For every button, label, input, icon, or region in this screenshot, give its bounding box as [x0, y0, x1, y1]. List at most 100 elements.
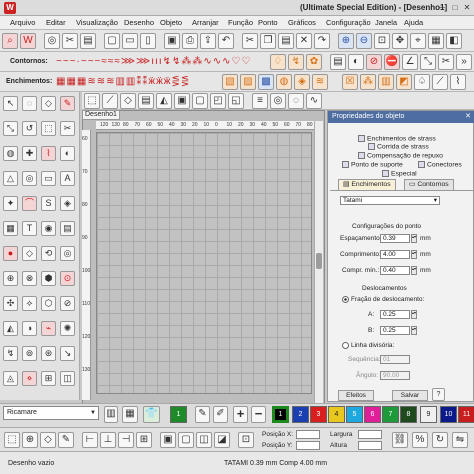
trace-icon[interactable]: ◎ — [270, 93, 286, 109]
color-swatch[interactable]: 10 — [440, 406, 457, 423]
arc-icon[interactable]: ⌒ — [22, 196, 37, 211]
asterisk-icon[interactable]: ⊛ — [41, 346, 56, 361]
save-button[interactable]: Salvar — [392, 390, 428, 401]
lock-icon[interactable]: ⊡ — [238, 432, 254, 448]
spin-icon[interactable]: ▴▾ — [411, 310, 417, 319]
spacing-input[interactable]: 0.39 — [380, 234, 410, 243]
resize-icon[interactable]: ⤡ — [3, 121, 18, 136]
paste-icon[interactable]: ▤ — [80, 33, 96, 49]
contour-stitch-styles-icon[interactable]: ~~~·~~~≈≈≈⋙⋙ııı↯↯⁂⁂∿∿∿♡♡ — [56, 56, 264, 68]
scissors-icon[interactable]: ✂ — [60, 121, 75, 136]
text-icon[interactable]: A — [60, 171, 75, 186]
x-circle-icon[interactable]: ⊗ — [22, 271, 37, 286]
scrollbar-thumb[interactable] — [316, 253, 322, 269]
design-canvas[interactable] — [96, 132, 312, 394]
fill-type-select[interactable]: Tatami ▾ — [340, 196, 440, 205]
shape-icon[interactable]: ◈ — [60, 196, 75, 211]
fill-style-icon[interactable]: ▩ — [258, 74, 274, 90]
tab-underlay[interactable]: Ponto de suporte — [342, 161, 403, 168]
sequence-input[interactable]: 01 — [380, 355, 410, 364]
fill-style-icon[interactable]: ≋ — [312, 74, 328, 90]
triangle-icon[interactable]: △ — [3, 171, 18, 186]
sequence-icon[interactable]: ▤ — [330, 54, 346, 70]
wave-icon[interactable]: ∿ — [306, 93, 322, 109]
copy-icon[interactable]: ❐ — [260, 33, 276, 49]
color-swatch[interactable]: 8 — [400, 406, 417, 423]
hoop-icon[interactable]: ◎ — [44, 33, 60, 49]
effects-button[interactable]: Efeitos — [338, 390, 374, 401]
color-icon[interactable]: ◐ — [348, 54, 364, 70]
color-swatch[interactable]: 1 — [170, 406, 187, 423]
trim-icon[interactable]: ✂ — [438, 54, 454, 70]
target-icon[interactable]: ◎ — [22, 171, 37, 186]
color-swatch-selected[interactable]: 1 — [272, 406, 289, 423]
reshape-icon[interactable]: ⟋ — [102, 93, 118, 109]
min-length-input[interactable]: 0.40 — [380, 266, 410, 275]
length-input[interactable]: 4.00 — [380, 250, 410, 259]
menu-configuracao[interactable]: Configuração — [326, 18, 371, 27]
align-center-icon[interactable]: ⊥ — [100, 432, 116, 448]
tab-enchimentos[interactable]: ▤ Enchimentos — [338, 179, 396, 190]
fill-stitch-styles-icon[interactable]: ▦▦▦≋≋≋▥▥⁑⁑ӝӝӝ⋚⋚ — [56, 76, 216, 88]
tab-strass-fill[interactable]: Enchimentos de strass — [358, 135, 436, 142]
fill-style-icon[interactable]: ▧ — [222, 74, 238, 90]
star-icon[interactable]: ✦ — [3, 196, 18, 211]
paste2-icon[interactable]: ▤ — [278, 33, 294, 49]
color-swatch[interactable]: 2 — [292, 406, 309, 423]
menu-objeto[interactable]: Objeto — [160, 18, 182, 27]
fill-style-icon[interactable]: ☒ — [342, 74, 358, 90]
fill-style-icon[interactable]: ◩ — [396, 74, 412, 90]
tool-icon[interactable]: ⌕ — [2, 33, 18, 49]
node-icon[interactable]: ◇ — [120, 93, 136, 109]
contour-icon[interactable]: ◌ — [288, 93, 304, 109]
lock-ratio-icon[interactable]: ⛓ — [392, 432, 408, 448]
contour-style-icon[interactable]: ♢ — [270, 54, 286, 70]
select-icon[interactable]: ⬚ — [84, 93, 100, 109]
measure-icon[interactable]: ⌖ — [410, 33, 426, 49]
add-color-icon[interactable]: + — [233, 406, 248, 423]
spin-icon[interactable]: ▴▾ — [411, 266, 417, 275]
menu-funcao[interactable]: Função — [228, 18, 253, 27]
panel-icon[interactable]: ◫ — [60, 371, 75, 386]
zoom-out-icon[interactable]: ⊖ — [356, 33, 372, 49]
group-icon[interactable]: ▣ — [160, 432, 176, 448]
fraction-radio[interactable]: Fração de deslocamento: — [342, 296, 424, 303]
node-icon[interactable]: ◇ — [22, 246, 37, 261]
zoom-icon[interactable]: ⊕ — [22, 432, 38, 448]
fraction-b-input[interactable]: 0.25 — [380, 326, 410, 335]
zigzag-icon[interactable]: ⌇ — [41, 146, 56, 161]
color-swatch[interactable]: 11 — [458, 406, 474, 423]
half-circle-icon[interactable]: ◐ — [60, 146, 75, 161]
menu-arquivo[interactable]: Arquivo — [10, 18, 35, 27]
close-icon[interactable]: ✕ — [465, 111, 471, 123]
lock-icon[interactable]: ◰ — [210, 93, 226, 109]
contour-style-icon[interactable]: ↯ — [288, 54, 304, 70]
edit-icon[interactable]: ✎ — [58, 432, 74, 448]
fill-style-icon[interactable]: ▨ — [240, 74, 256, 90]
more-icon[interactable]: » — [456, 54, 472, 70]
open-folder-icon[interactable]: ▭ — [122, 33, 138, 49]
fill-style-icon[interactable]: ⁂ — [360, 74, 376, 90]
diamond-icon[interactable]: ◇ — [41, 96, 56, 111]
export-icon[interactable]: ⇪ — [200, 33, 216, 49]
maximize-icon[interactable]: □ — [449, 2, 461, 14]
thread-chart-select[interactable]: Ricamare ▼ — [3, 406, 99, 420]
no-icon[interactable]: ⊘ — [60, 296, 75, 311]
color-grid-icon[interactable]: ▦ — [122, 406, 138, 423]
break-icon[interactable]: ◪ — [214, 432, 230, 448]
angle-icon[interactable]: ∠ — [402, 54, 418, 70]
combine-icon[interactable]: ◫ — [196, 432, 212, 448]
zoom-box-icon[interactable]: ⊡ — [374, 33, 390, 49]
point-icon[interactable]: ⊙ — [60, 271, 75, 286]
remove-color-icon[interactable]: − — [251, 406, 266, 423]
fill-icon[interactable]: ◍ — [3, 146, 18, 161]
zoom-in-icon[interactable]: ⊕ — [338, 33, 354, 49]
width-input[interactable] — [358, 430, 382, 439]
menu-editar[interactable]: Editar — [46, 18, 66, 27]
stitch-icon[interactable]: ≡ — [252, 93, 268, 109]
arrow-icon[interactable]: ↘ — [60, 346, 75, 361]
percent-icon[interactable]: % — [412, 432, 428, 448]
sun-icon[interactable]: ✺ — [60, 321, 75, 336]
cross-icon[interactable]: ✚ — [22, 146, 37, 161]
grid-icon[interactable]: ▦ — [428, 33, 444, 49]
